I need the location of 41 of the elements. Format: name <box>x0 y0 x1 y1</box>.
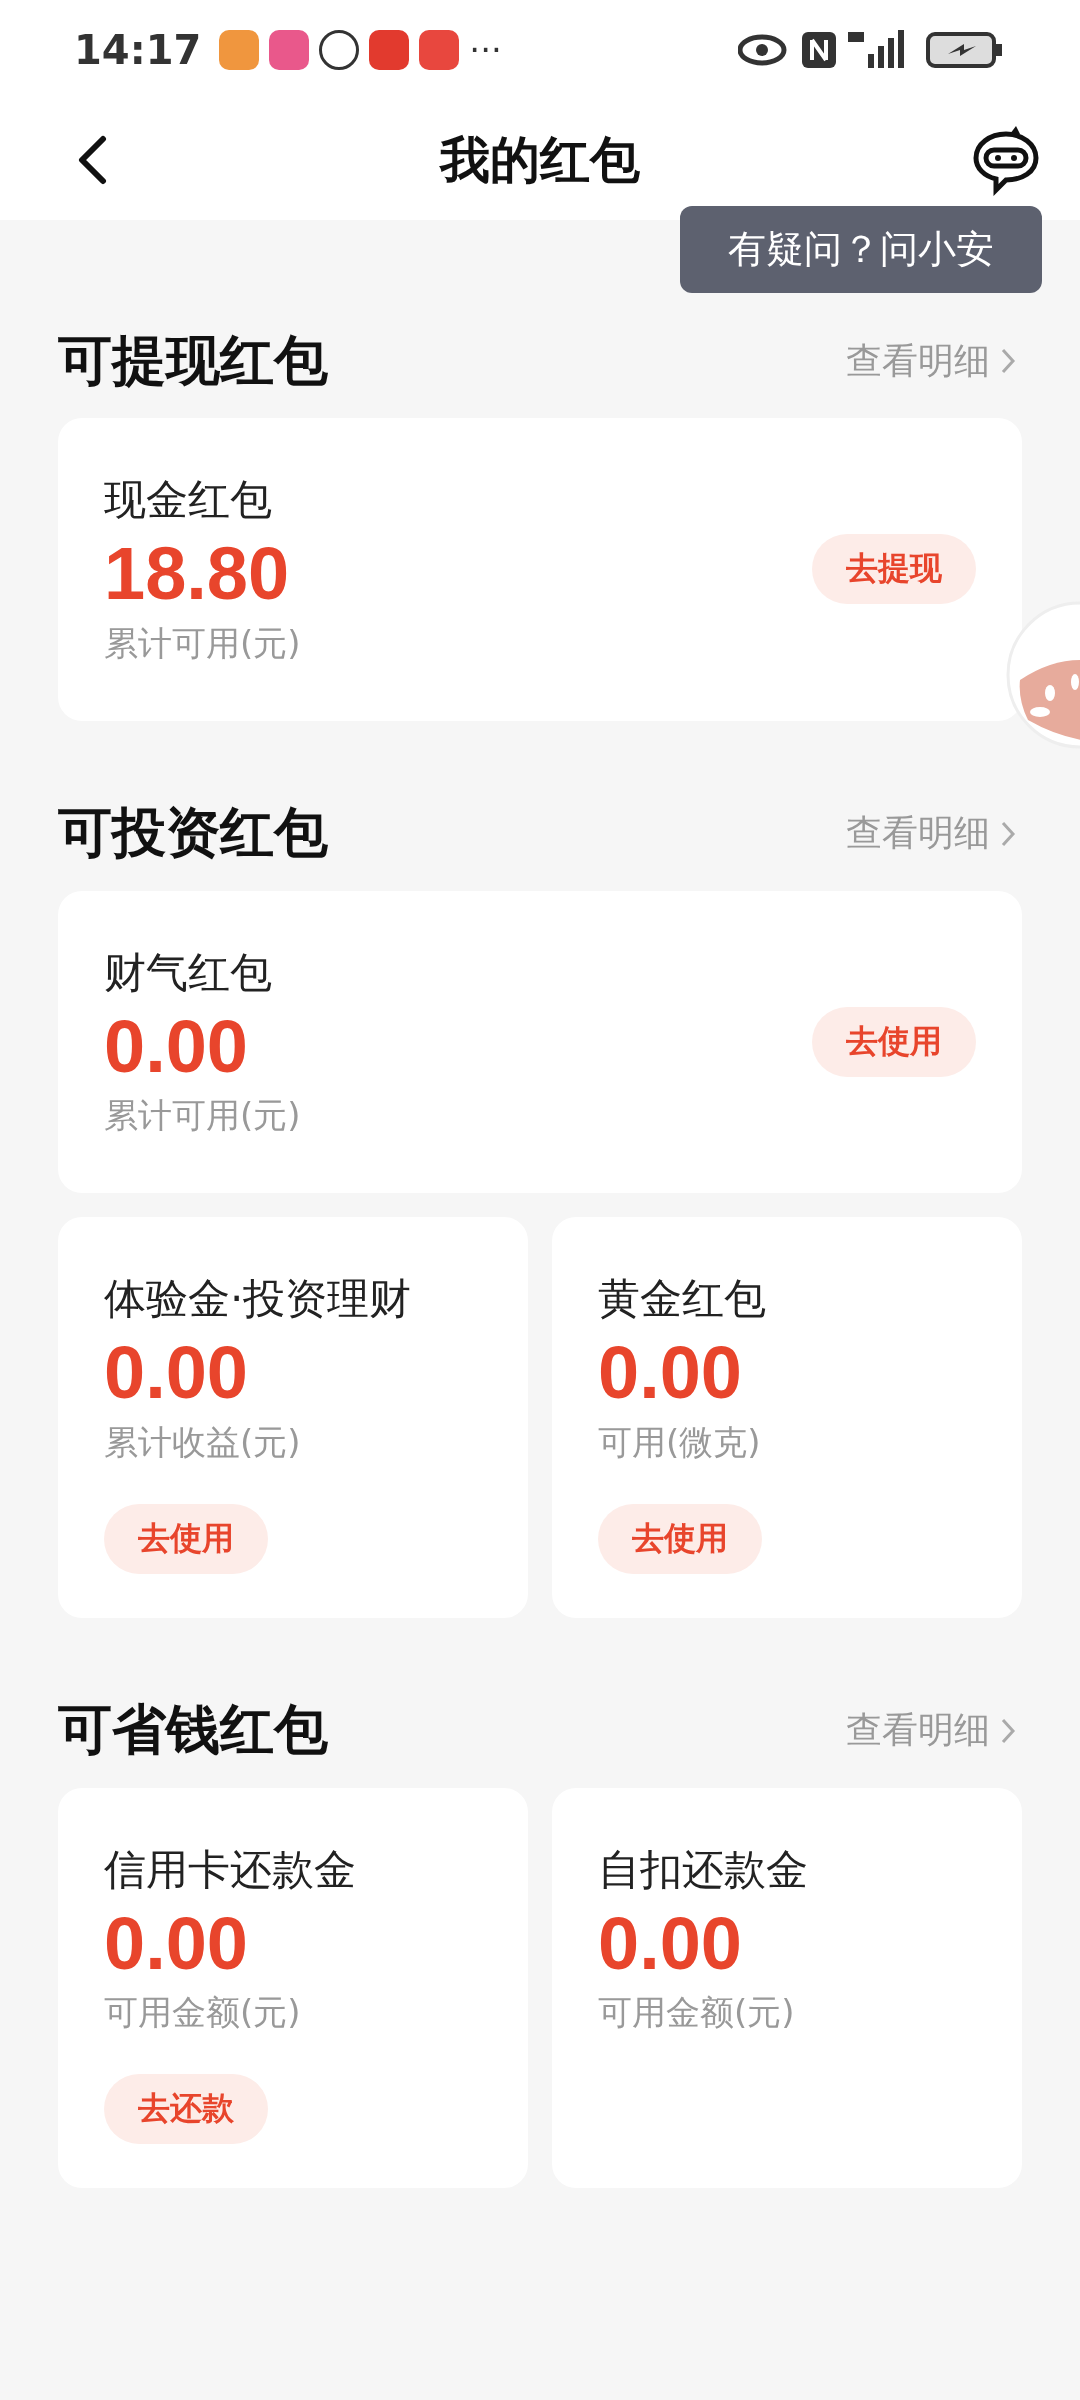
chevron-icon <box>1000 347 1016 375</box>
help-tooltip: 有疑问？问小安 <box>680 206 1042 293</box>
packet-name: 自扣还款金 <box>598 1843 808 1896</box>
packet-amount: 0.00 <box>598 1900 743 1987</box>
packet-amount: 0.00 <box>104 1330 249 1416</box>
eye-icon <box>738 34 787 66</box>
section-title: 可省钱红包 <box>58 1697 328 1763</box>
packet-name: 黄金红包 <box>598 1273 766 1325</box>
back-icon <box>77 135 107 185</box>
amount-caption: 可用金额(元) <box>598 1991 795 2034</box>
packet-amount: 0.00 <box>104 1900 249 1987</box>
status-time: 14:17 <box>74 27 202 73</box>
details-link[interactable]: 查看明细 <box>846 809 1022 858</box>
action-button[interactable]: 去使用 <box>812 1006 976 1077</box>
amount-caption: 累计收益(元) <box>104 1420 301 1464</box>
amount-caption: 累计可用(元) <box>104 1094 301 1137</box>
battery-icon <box>926 32 1002 68</box>
chevron-icon <box>1000 1716 1016 1745</box>
details-link[interactable]: 查看明细 <box>846 1706 1022 1755</box>
details-link[interactable]: 查看明细 <box>846 336 1022 386</box>
section-title: 可提现红包 <box>58 327 328 394</box>
chevron-icon <box>1000 819 1016 848</box>
nfc-icon <box>802 32 836 68</box>
packet-name: 体验金·投资理财 <box>104 1273 412 1325</box>
packet-name: 信用卡还款金 <box>104 1843 356 1896</box>
page-title: 我的红包 <box>440 129 640 191</box>
action-button[interactable]: 去提现 <box>812 534 976 605</box>
packet-amount: 0.00 <box>598 1330 743 1416</box>
amount-caption: 累计可用(元) <box>104 621 301 665</box>
action-button[interactable]: 去使用 <box>104 1503 268 1574</box>
signal-icon <box>848 30 904 68</box>
packet-amount: 0.00 <box>104 1003 249 1090</box>
amount-caption: 可用金额(元) <box>104 1991 301 2034</box>
section-title: 可投资红包 <box>58 800 328 866</box>
action-button[interactable]: 去还款 <box>104 2074 268 2144</box>
amount-caption: 可用(微克) <box>598 1420 761 1464</box>
packet-amount: 18.80 <box>104 531 290 617</box>
packet-name: 现金红包 <box>104 474 272 526</box>
packet-name: 财气红包 <box>104 946 272 999</box>
more-notifications: ··· <box>469 30 502 70</box>
action-button[interactable]: 去使用 <box>598 1503 762 1574</box>
